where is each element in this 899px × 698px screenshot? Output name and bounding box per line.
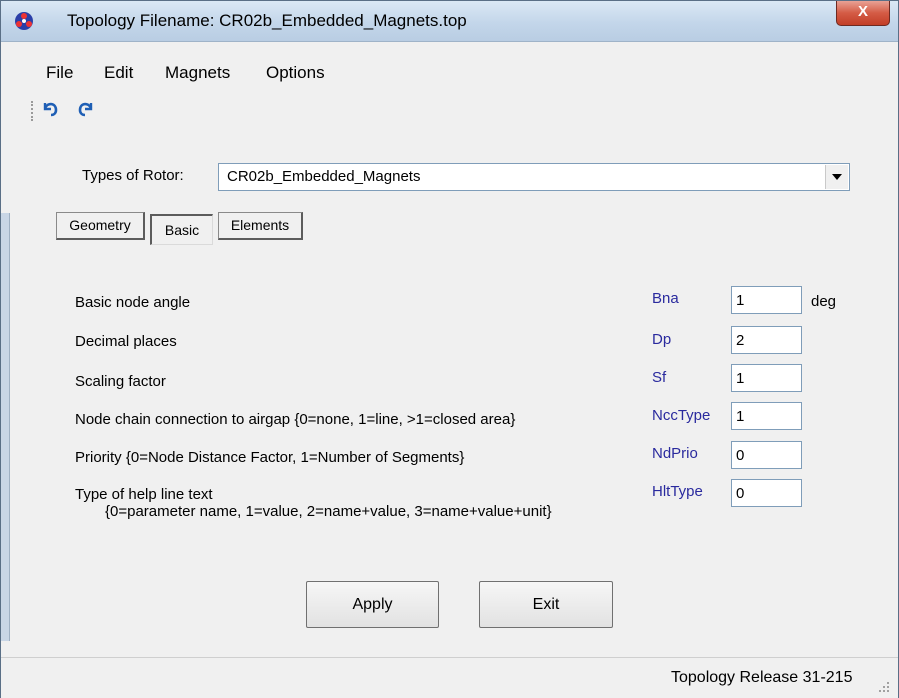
toolbar-grip[interactable] [31, 101, 35, 121]
param-label-sf: Scaling factor [75, 373, 166, 390]
param-label-ndprio: Priority {0=Node Distance Factor, 1=Numb… [75, 449, 465, 466]
left-splitter[interactable] [1, 213, 10, 641]
menu-file[interactable]: File [46, 63, 73, 83]
bna-field[interactable] [731, 286, 802, 314]
window-title: Topology Filename: CR02b_Embedded_Magnet… [67, 11, 467, 30]
redo-icon[interactable] [75, 97, 97, 119]
param-name-dp: Dp [652, 331, 672, 348]
rotor-type-label: Types of Rotor: [82, 167, 184, 184]
rotor-type-dropdown[interactable]: CR02b_Embedded_Magnets [218, 163, 850, 191]
param-label-hlttype: Type of help line text [75, 486, 213, 503]
menu-magnets[interactable]: Magnets [165, 63, 230, 83]
apply-button[interactable]: Apply [306, 581, 439, 628]
param-label-ncctype: Node chain connection to airgap {0=none,… [75, 411, 516, 428]
chevron-down-icon [832, 174, 842, 180]
param-name-sf: Sf [652, 369, 667, 386]
dropdown-button[interactable] [825, 165, 848, 189]
status-release-text: Topology Release 31-215 [671, 669, 853, 686]
rotor-type-value: CR02b_Embedded_Magnets [227, 168, 421, 185]
resize-grip-icon[interactable] [876, 681, 890, 693]
param-label-dp: Decimal places [75, 333, 177, 350]
ncctype-field[interactable] [731, 402, 802, 430]
main-window: Topology Filename: CR02b_Embedded_Magnet… [0, 0, 899, 698]
param-label-bna: Basic node angle [75, 294, 191, 311]
param-name-ndprio: NdPrio [652, 445, 698, 462]
app-logo-icon [15, 12, 33, 30]
menu-bar [1, 42, 898, 88]
menu-edit[interactable]: Edit [104, 63, 133, 83]
hlttype-field[interactable] [731, 479, 802, 507]
bna-unit: deg [811, 293, 837, 310]
undo-icon[interactable] [39, 97, 61, 119]
param-sublabel-hlttype: {0=parameter name, 1=value, 2=name+value… [105, 503, 552, 520]
tab-elements[interactable]: Elements [218, 212, 303, 240]
param-name-bna: Bna [652, 290, 679, 307]
sf-field[interactable] [731, 364, 802, 392]
param-name-hlttype: HltType [652, 483, 703, 500]
tab-geometry[interactable]: Geometry [56, 212, 145, 240]
toolbar [1, 88, 898, 120]
ndprio-field[interactable] [731, 441, 802, 469]
tab-basic[interactable]: Basic [150, 214, 213, 245]
menu-options[interactable]: Options [266, 63, 325, 83]
close-button[interactable]: X [836, 1, 890, 26]
exit-button[interactable]: Exit [479, 581, 613, 628]
dp-field[interactable] [731, 326, 802, 354]
param-name-ncctype: NccType [652, 407, 711, 424]
